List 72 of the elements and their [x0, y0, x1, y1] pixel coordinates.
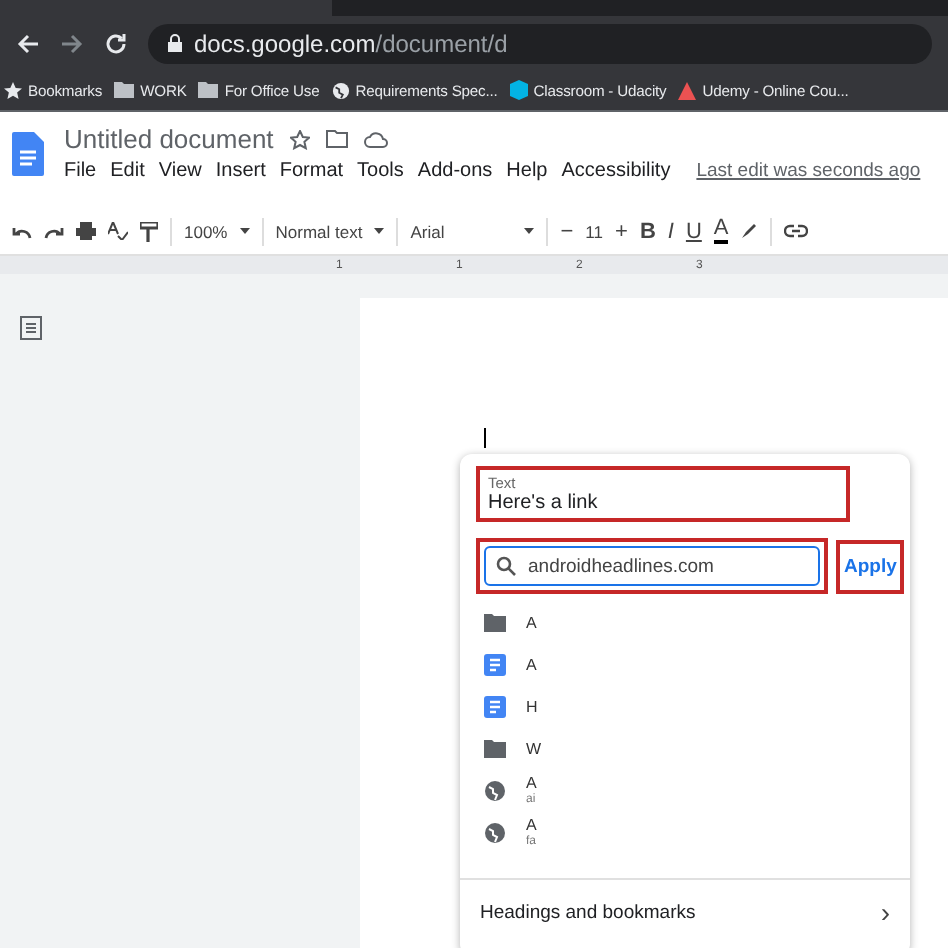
headings-bookmarks-item[interactable]: Headings and bookmarks › — [460, 878, 910, 948]
apply-button[interactable]: Apply — [836, 539, 905, 593]
field-value: Here's a link — [488, 492, 600, 514]
link-suggestion[interactable]: W — [460, 728, 910, 770]
menu-item[interactable]: Format — [279, 160, 344, 182]
suggestion-title: A — [526, 815, 537, 833]
menu-item[interactable]: View — [158, 160, 202, 182]
document-title[interactable]: Untitled document — [64, 124, 274, 154]
suggestion-title: H — [526, 698, 538, 716]
bold-button[interactable]: B — [639, 219, 656, 243]
font-dropdown[interactable]: Arial — [410, 221, 535, 241]
folder-icon — [114, 82, 135, 98]
docs-logo-icon[interactable] — [12, 132, 44, 176]
menu-item[interactable]: Add-ons — [417, 160, 493, 182]
suggestion-title: A — [526, 773, 537, 791]
decrease-size-button[interactable]: − — [560, 219, 574, 243]
menu-item[interactable]: File — [64, 160, 97, 182]
caret-icon — [524, 228, 535, 234]
globe-icon — [484, 780, 506, 802]
paint-format-icon[interactable] — [140, 221, 158, 241]
caret-icon — [239, 228, 250, 234]
folder-icon — [484, 740, 506, 758]
document-icon — [484, 696, 506, 718]
last-edit-link[interactable]: Last edit was seconds ago — [696, 160, 921, 182]
outline-icon[interactable] — [20, 316, 42, 340]
back-icon[interactable] — [16, 31, 40, 55]
globe-icon — [331, 81, 350, 99]
link-suggestion[interactable]: A — [460, 602, 910, 644]
suggestion-title: A — [526, 614, 537, 632]
chevron-icon: › — [880, 896, 890, 928]
link-icon[interactable] — [784, 224, 809, 238]
folder-icon — [198, 82, 219, 98]
menu-item[interactable]: Edit — [110, 160, 145, 182]
document-icon — [484, 654, 506, 676]
star-icon — [4, 81, 22, 99]
suggestion-title: W — [526, 740, 542, 758]
star-icon[interactable] — [289, 129, 310, 149]
search-icon — [496, 556, 516, 576]
style-dropdown[interactable]: Normal text — [275, 221, 385, 241]
italic-button[interactable]: I — [667, 219, 674, 243]
link-suggestion[interactable]: A — [460, 644, 910, 686]
footer-label: Headings and bookmarks — [480, 901, 696, 923]
underline-button[interactable]: U — [685, 219, 702, 243]
caret-icon — [374, 228, 385, 234]
folder-icon — [484, 614, 506, 632]
triangle-icon — [678, 81, 697, 99]
suggestion-title: A — [526, 656, 537, 674]
menu-item[interactable]: Help — [506, 160, 548, 182]
undo-icon[interactable] — [12, 223, 32, 239]
font-size-field[interactable]: 11 — [585, 221, 603, 241]
reload-icon[interactable] — [104, 31, 128, 55]
zoom-dropdown[interactable]: 100% — [184, 221, 250, 241]
text-color-button[interactable]: A — [713, 218, 729, 244]
lock-icon — [168, 34, 182, 52]
menu-item[interactable]: Accessibility — [561, 160, 671, 182]
address-bar[interactable]: docs.google.com/document/d — [148, 23, 932, 63]
cup-icon — [509, 80, 528, 100]
spellcheck-icon[interactable] — [108, 222, 128, 240]
globe-icon — [484, 822, 506, 844]
menu-item[interactable]: Tools — [357, 160, 404, 182]
increase-size-button[interactable]: + — [615, 219, 628, 243]
cloud-icon[interactable] — [363, 131, 388, 147]
search-field[interactable]: androidheadlines.com — [484, 546, 820, 586]
link-suggestion[interactable]: H — [460, 686, 910, 728]
redo-icon[interactable] — [44, 223, 64, 239]
menu-item[interactable]: Insert — [215, 160, 266, 182]
highlighter-icon[interactable] — [740, 222, 759, 240]
folder-icon[interactable] — [325, 130, 348, 148]
print-icon[interactable] — [76, 222, 96, 240]
url-text: docs.google.com/document/d — [194, 29, 508, 57]
text-cursor — [484, 428, 486, 448]
forward-icon[interactable] — [60, 31, 84, 55]
